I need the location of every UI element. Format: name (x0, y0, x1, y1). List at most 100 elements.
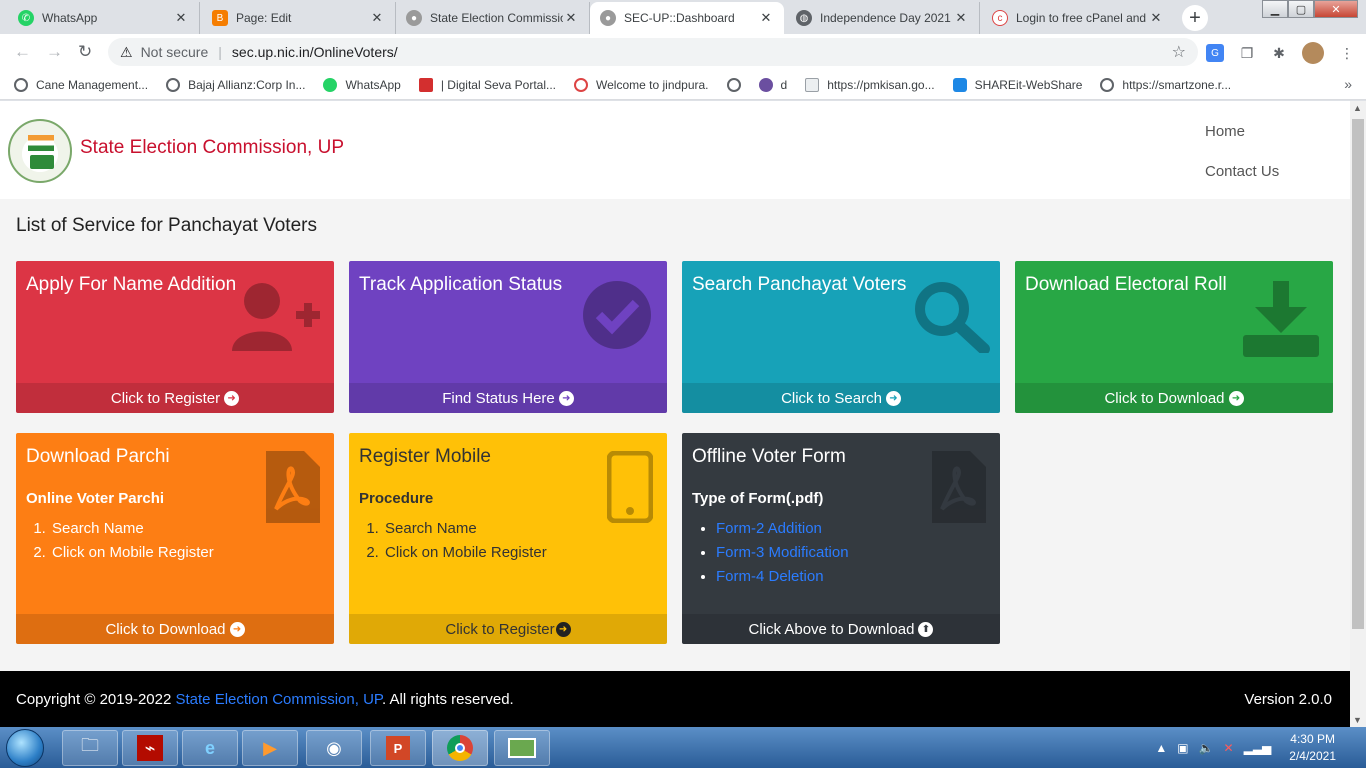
card-offline-form[interactable]: Offline Voter Form Type of Form(.pdf) Fo… (682, 433, 1000, 644)
close-tab-icon[interactable]: ✕ (173, 10, 189, 26)
close-tab-icon[interactable]: ✕ (563, 10, 579, 26)
globe-icon (726, 77, 741, 92)
address-bar[interactable]: ⚠ Not secure | sec.up.nic.in/OnlineVoter… (108, 38, 1198, 66)
bookmark-star-icon[interactable]: ☆ (1172, 42, 1186, 62)
tab-state-election[interactable]: ● State Election Commissio ✕ (396, 2, 590, 34)
tab-page-edit[interactable]: B Page: Edit ✕ (202, 2, 396, 34)
tab-sec-dashboard[interactable]: ● SEC-UP::Dashboard ✕ (590, 2, 784, 34)
close-tab-icon[interactable]: ✕ (758, 10, 774, 26)
menu-kebab-icon[interactable]: ⋮ (1338, 44, 1356, 62)
tab-cpanel-login[interactable]: c Login to free cPanel and ✕ (982, 2, 1174, 34)
tray-expand-icon[interactable]: ▲ (1155, 741, 1167, 755)
close-window-button[interactable]: ✕ (1314, 0, 1358, 18)
scrollbar-thumb[interactable] (1352, 119, 1364, 629)
taskbar-ie[interactable]: e (182, 730, 238, 766)
close-tab-icon[interactable]: ✕ (1148, 10, 1164, 26)
extension-icon[interactable]: ❐ (1238, 44, 1256, 62)
card-footer-register[interactable]: Click to Register ➜ (16, 383, 334, 413)
bookmark-whatsapp[interactable]: WhatsApp (323, 77, 401, 92)
windows-taskbar: 🗀 ⌁ e ▶ ◉ P ▲ ▣ 🔈 ✕ ▂▃▅ 4:30 PM 2/4/2021 (0, 727, 1366, 768)
browser-toolbar: ← → ↻ ⚠ Not secure | sec.up.nic.in/Onlin… (0, 34, 1366, 70)
tab-independence-day[interactable]: ◍ Independence Day 2021 ✕ (786, 2, 980, 34)
bookmark-globe[interactable] (726, 77, 741, 92)
card-footer-search[interactable]: Click to Search ➜ (682, 383, 1000, 413)
minimize-button[interactable]: ▁ (1262, 0, 1288, 18)
warning-icon[interactable]: ⚠ (120, 44, 133, 61)
clock[interactable]: 4:30 PM 2/4/2021 (1289, 731, 1336, 765)
bookmark-cane-management[interactable]: Cane Management... (14, 77, 148, 92)
bookmark-jindpura[interactable]: Welcome to jindpura. (574, 77, 709, 92)
pdf-app-icon: ⌁ (137, 735, 163, 761)
form-4-link[interactable]: Form-4 Deletion (716, 568, 824, 585)
tab-whatsapp[interactable]: ✆ WhatsApp ✕ (8, 2, 200, 34)
back-arrow-icon[interactable]: ← (14, 42, 31, 62)
page-scrollbar[interactable]: ▲ ▼ (1350, 101, 1366, 727)
card-footer-register[interactable]: Click to Register ➜ (349, 614, 667, 644)
nav-contact-link[interactable]: Contact Us (1205, 163, 1279, 180)
globe-icon: ◍ (796, 10, 812, 26)
new-tab-button[interactable]: + (1182, 5, 1208, 31)
nav-home-link[interactable]: Home (1205, 123, 1245, 140)
steps-list: Search Name Click on Mobile Register (383, 517, 547, 565)
tab-title: WhatsApp (42, 11, 98, 25)
taskbar-chrome[interactable] (432, 730, 488, 766)
puzzle-icon[interactable]: ✱ (1270, 44, 1288, 62)
globe-icon (1100, 77, 1115, 92)
taskbar-powerpoint[interactable]: P (370, 730, 426, 766)
copyright-text: Copyright © 2019-2022 State Election Com… (16, 691, 514, 708)
card-footer-find-status[interactable]: Find Status Here ➜ (349, 383, 667, 413)
forward-arrow-icon[interactable]: → (46, 42, 63, 62)
card-name-addition[interactable]: Apply For Name Addition Click to Registe… (16, 261, 334, 413)
device-icon[interactable]: ▣ (1177, 741, 1188, 755)
form-link-item: Form-3 Modification (716, 541, 849, 565)
card-footer-download[interactable]: Click to Download ➜ (16, 614, 334, 644)
bookmark-digital-seva[interactable]: | Digital Seva Portal... (418, 77, 556, 92)
maximize-button[interactable]: ▢ (1288, 0, 1314, 18)
form-2-link[interactable]: Form-2 Addition (716, 520, 822, 537)
form-3-link[interactable]: Form-3 Modification (716, 544, 849, 561)
bookmark-smartzone[interactable]: https://smartzone.r... (1100, 77, 1231, 92)
bookmark-shareit[interactable]: SHAREit-WebShare (952, 77, 1082, 92)
site-title[interactable]: State Election Commission, UP (80, 137, 344, 159)
url-text[interactable]: sec.up.nic.in/OnlineVoters/ (232, 44, 398, 60)
card-footer-download[interactable]: Click to Download ➜ (1015, 383, 1333, 413)
security-label[interactable]: Not secure (141, 44, 209, 60)
card-register-mobile[interactable]: Register Mobile Procedure Search Name Cl… (349, 433, 667, 644)
card-track-status[interactable]: Track Application Status Find Status Her… (349, 261, 667, 413)
start-button[interactable] (6, 729, 44, 767)
bookmark-pmkisan[interactable]: https://pmkisan.go... (805, 77, 935, 92)
arrow-right-icon: ➜ (558, 390, 574, 406)
taskbar-acrobat[interactable]: ⌁ (122, 730, 178, 766)
scroll-down-arrow-icon[interactable]: ▼ (1353, 715, 1362, 725)
profile-avatar[interactable] (1302, 42, 1324, 64)
close-tab-icon[interactable]: ✕ (369, 10, 385, 26)
taskbar-photo-viewer[interactable] (494, 730, 550, 766)
reload-icon[interactable]: ↻ (78, 42, 92, 62)
card-subtitle: Type of Form(.pdf) (692, 490, 824, 507)
site-header: State Election Commission, UP Home Conta… (0, 101, 1350, 199)
footer-commission-link[interactable]: State Election Commission, UP (176, 691, 382, 708)
volume-icon[interactable]: 🔈 (1199, 741, 1214, 755)
bookmarks-overflow-icon[interactable]: » (1344, 76, 1352, 92)
ballot-box-graphic (30, 155, 54, 169)
card-electoral-roll[interactable]: Download Electoral Roll Click to Downloa… (1015, 261, 1333, 413)
scroll-up-arrow-icon[interactable]: ▲ (1353, 103, 1362, 113)
site-footer: Copyright © 2019-2022 State Election Com… (0, 671, 1350, 727)
translate-icon[interactable]: G (1206, 44, 1224, 62)
taskbar-app[interactable]: ◉ (306, 730, 362, 766)
taskbar-explorer[interactable]: 🗀 (62, 730, 118, 766)
close-tab-icon[interactable]: ✕ (953, 10, 969, 26)
tab-title: Login to free cPanel and (1016, 11, 1147, 25)
card-search-voters[interactable]: Search Panchayat Voters Click to Search … (682, 261, 1000, 413)
network-error-icon[interactable]: ✕ (1224, 741, 1234, 755)
site-icon (758, 77, 773, 92)
card-title: Download Parchi (26, 446, 170, 467)
bookmark-bajaj-allianz[interactable]: Bajaj Allianz:Corp In... (166, 77, 305, 92)
card-download-parchi[interactable]: Download Parchi Online Voter Parchi Sear… (16, 433, 334, 644)
sec-up-logo[interactable] (8, 119, 72, 183)
download-icon (1243, 281, 1319, 357)
bookmark-d[interactable]: d (758, 77, 787, 92)
cpanel-icon: c (992, 10, 1008, 26)
taskbar-media-player[interactable]: ▶ (242, 730, 298, 766)
signal-bars-icon[interactable]: ▂▃▅ (1244, 741, 1272, 755)
